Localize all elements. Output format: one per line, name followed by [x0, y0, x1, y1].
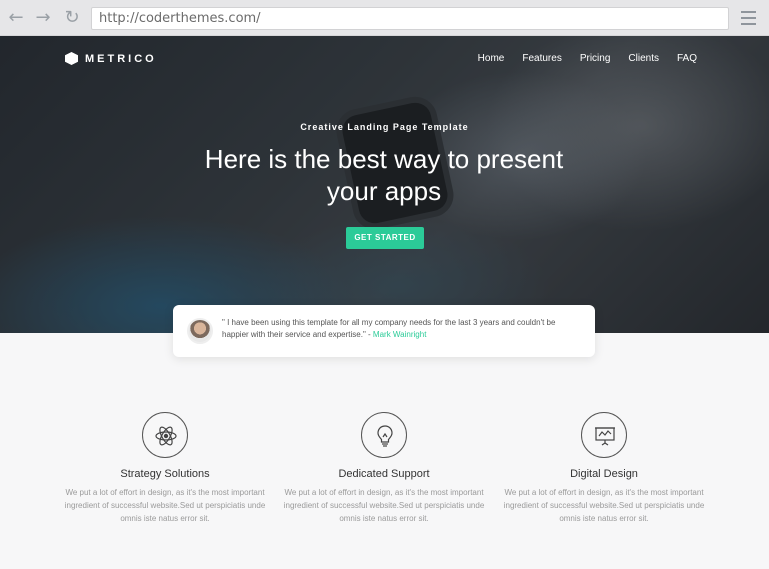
- get-started-button[interactable]: GET STARTED: [346, 227, 424, 249]
- address-bar[interactable]: http://coderthemes.com/: [91, 7, 729, 30]
- hero-tagline: Creative Landing Page Template: [300, 122, 469, 132]
- brand-logo-link[interactable]: METRICO: [65, 52, 157, 65]
- forward-arrow-icon[interactable]: →: [33, 8, 53, 28]
- hero-section: METRICO Home Features Pricing Clients FA…: [0, 36, 769, 333]
- browser-toolbar: ← → ↻ http://coderthemes.com/: [0, 0, 769, 36]
- hero-title: Here is the best way to present your app…: [204, 144, 564, 206]
- lightbulb-icon: [361, 412, 407, 458]
- feature-title: Strategy Solutions: [120, 468, 210, 480]
- testimonial-author: Mark Wainright: [372, 330, 427, 339]
- feature-description: We put a lot of effort in design, as it'…: [503, 488, 705, 523]
- reload-icon[interactable]: ↻: [62, 8, 82, 28]
- presentation-board-icon: [581, 412, 627, 458]
- feature-digital-design: Digital Design We put a lot of effort in…: [489, 412, 719, 525]
- hexagon-logo-icon: [65, 52, 78, 65]
- main-navigation: Home Features Pricing Clients FAQ: [478, 53, 697, 64]
- feature-title: Dedicated Support: [338, 468, 430, 480]
- testimonial-text: " I have been using this template for al…: [222, 317, 582, 341]
- nav-item-features[interactable]: Features: [522, 53, 561, 64]
- nav-item-clients[interactable]: Clients: [628, 53, 659, 64]
- nav-item-pricing[interactable]: Pricing: [580, 53, 611, 64]
- brand-name: METRICO: [85, 52, 157, 65]
- hamburger-menu-icon[interactable]: [741, 11, 756, 25]
- back-arrow-icon[interactable]: ←: [6, 8, 26, 28]
- feature-description: We put a lot of effort in design, as it'…: [64, 488, 266, 523]
- feature-title: Digital Design: [570, 468, 638, 480]
- avatar: [187, 318, 213, 344]
- nav-item-home[interactable]: Home: [478, 53, 505, 64]
- atom-icon: [142, 412, 188, 458]
- feature-dedicated-support: Dedicated Support We put a lot of effort…: [269, 412, 499, 525]
- testimonial-card: " I have been using this template for al…: [173, 305, 595, 357]
- nav-item-faq[interactable]: FAQ: [677, 53, 697, 64]
- feature-description: We put a lot of effort in design, as it'…: [283, 488, 485, 523]
- feature-strategy-solutions: Strategy Solutions We put a lot of effor…: [50, 412, 280, 525]
